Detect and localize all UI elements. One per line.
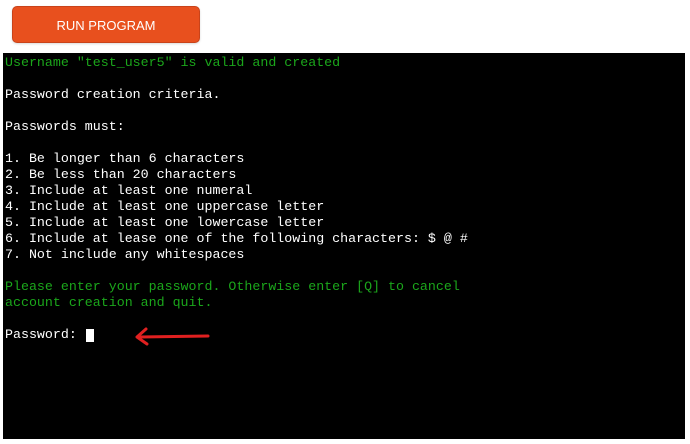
rule-line: 1. Be longer than 6 characters [5,151,245,166]
passwords-must-line: Passwords must: [5,119,125,134]
run-program-button[interactable]: RUN PROGRAM [12,6,200,43]
rule-line: 7. Not include any whitespaces [5,247,245,262]
password-prompt-label: Password: [5,327,85,342]
rule-line: 6. Include at lease one of the following… [5,231,468,246]
page: RUN PROGRAM Username "test_user5" is val… [0,0,690,444]
password-prompt-row[interactable]: Password: [5,327,685,343]
rule-line: 4. Include at least one uppercase letter [5,199,325,214]
rule-line: 3. Include at least one numeral [5,183,253,198]
rule-line: 5. Include at least one lowercase letter [5,215,325,230]
instruction-line: account creation and quit. [5,295,213,310]
username-status-line: Username "test_user5" is valid and creat… [5,55,341,70]
instruction-line: Please enter your password. Otherwise en… [5,279,460,294]
criteria-heading: Password creation criteria. [5,87,221,102]
red-arrow-left-icon [135,327,210,346]
terminal[interactable]: Username "test_user5" is valid and creat… [3,53,685,439]
rule-line: 2. Be less than 20 characters [5,167,237,182]
text-cursor [85,328,94,342]
